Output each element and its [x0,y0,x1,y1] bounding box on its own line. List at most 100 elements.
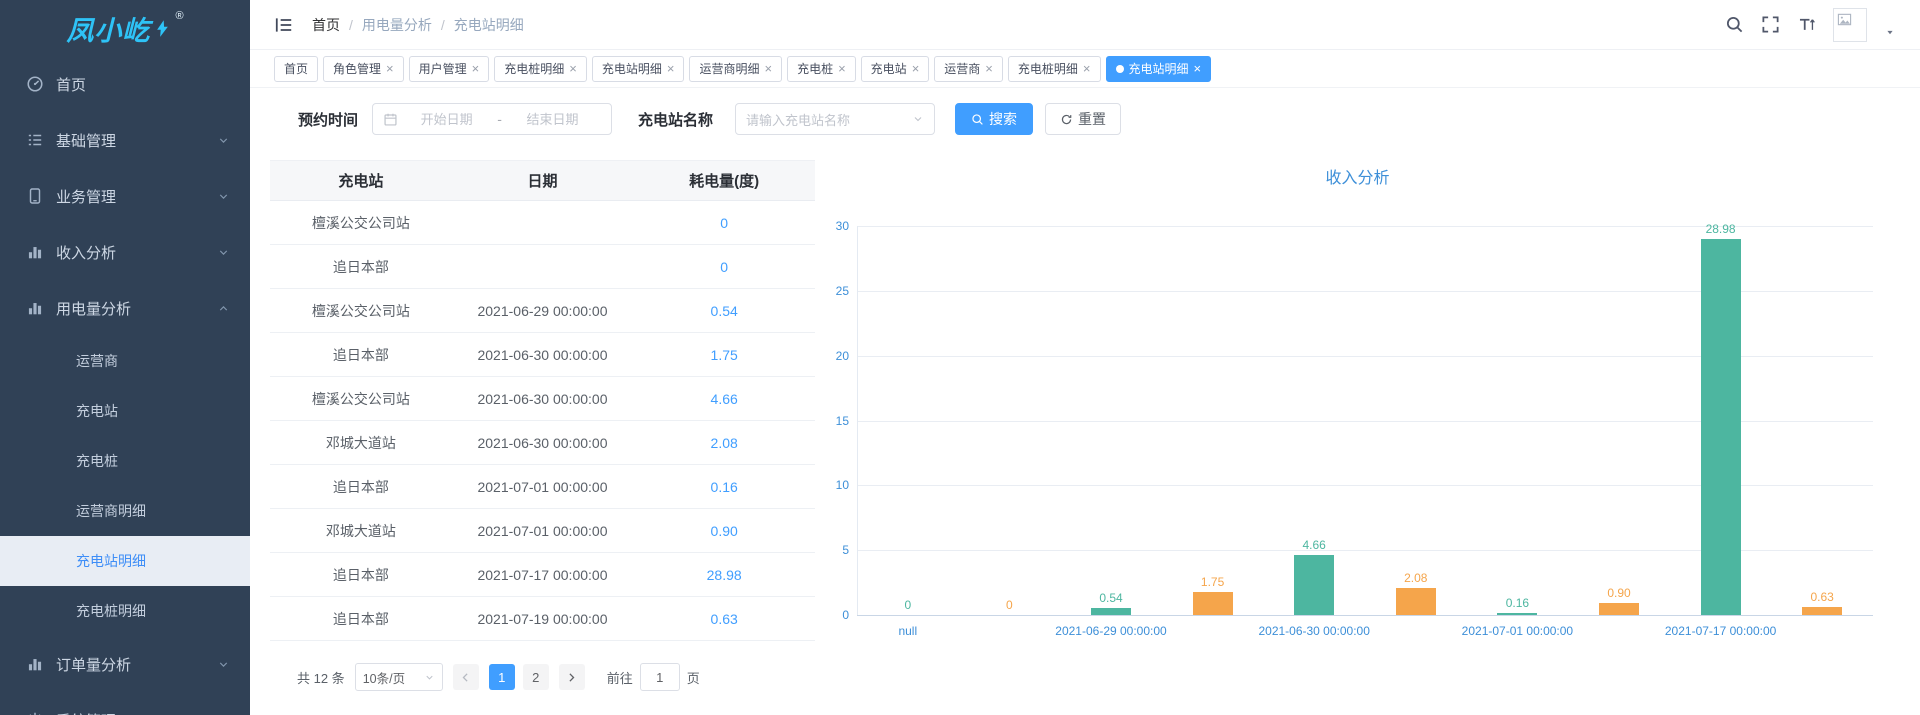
sidebar-item-5[interactable]: 订单量分析 [0,636,250,692]
tab-bar: 首页角色管理×用户管理×充电桩明细×充电站明细×运营商明细×充电桩×充电站×运营… [250,50,1920,88]
cell-value: 2.08 [633,421,815,465]
bar-value-label: 0 [979,597,1039,613]
chevron-up-icon [217,302,230,315]
tab-close-icon[interactable]: × [912,62,920,75]
tab-0[interactable]: 首页 [274,56,318,82]
sidebar-collapse-icon[interactable] [274,15,294,35]
breadcrumb-item: 用电量分析 [362,15,432,35]
sidebar-item-3[interactable]: 收入分析 [0,224,250,280]
tab-8[interactable]: 运营商× [934,56,1003,82]
tab-4[interactable]: 充电站明细× [592,56,685,82]
bar-value-label: 2.08 [1386,570,1446,586]
table-header-cell: 充电站 [270,161,452,201]
station-select[interactable]: 请输入充电站名称 [735,103,935,135]
y-axis-label: 15 [836,413,849,429]
tab-3[interactable]: 充电桩明细× [494,56,587,82]
goto-label: 前往 [607,668,633,687]
tab-close-icon[interactable]: × [1194,62,1202,75]
tab-2[interactable]: 用户管理× [409,56,490,82]
chart-bar[interactable] [1294,555,1334,615]
breadcrumb-item[interactable]: 首页 [312,15,340,35]
tab-label: 充电桩 [797,60,833,77]
chart-icon [26,655,44,673]
sidebar-item-label: 收入分析 [56,242,217,263]
chart-icon [26,243,44,261]
reset-button[interactable]: 重置 [1045,103,1121,135]
search-button[interactable]: 搜索 [955,103,1033,135]
cell-station: 邓城大道站 [270,421,452,465]
chart-bar[interactable] [1396,588,1436,615]
search-button-label: 搜索 [989,109,1017,129]
cell-date: 2021-07-01 00:00:00 [452,465,634,509]
chevron-down-icon [217,246,230,259]
y-axis-label: 0 [842,607,849,623]
user-avatar[interactable] [1833,8,1867,42]
tab-6[interactable]: 充电桩 × [787,56,856,82]
tab-9[interactable]: 充电桩明细× [1008,56,1101,82]
table-row: 追日本部0 [270,245,815,289]
bar-value-label: 4.66 [1284,537,1344,553]
chart-bar[interactable] [1497,613,1537,615]
tab-5[interactable]: 运营商明细× [689,56,782,82]
tab-10[interactable]: 充电站明细 × [1106,56,1212,82]
tab-close-icon[interactable]: × [386,62,394,75]
sidebar-menu: 首页基础管理业务管理收入分析用电量分析运营商充电站充电桩运营商明细充电站明细充电… [0,56,250,715]
table-row: 邓城大道站2021-06-30 00:00:002.08 [270,421,815,465]
fullscreen-icon[interactable] [1761,15,1780,34]
date-start-input[interactable] [398,112,495,127]
sidebar-subitem-5[interactable]: 充电桩明细 [0,586,250,636]
tab-label: 充电站明细 [1129,60,1189,77]
chevron-down-icon [912,113,924,125]
sidebar-subitem-0[interactable]: 运营商 [0,336,250,386]
cell-date: 2021-06-29 00:00:00 [452,289,634,333]
cell-station: 追日本部 [270,553,452,597]
chevron-down-icon [217,190,230,203]
tab-close-icon[interactable]: × [667,62,675,75]
tab-close-icon[interactable]: × [838,62,846,75]
tab-close-icon[interactable]: × [764,62,772,75]
sidebar-subitem-3[interactable]: 运营商明细 [0,486,250,536]
chart-icon [26,299,44,317]
tab-1[interactable]: 角色管理× [323,56,404,82]
cell-date: 2021-07-01 00:00:00 [452,509,634,553]
page-button-2[interactable]: 2 [523,664,549,690]
date-end-input[interactable] [504,112,601,127]
sidebar-item-label: 首页 [56,74,230,95]
search-icon [971,113,984,126]
sidebar-subitem-1[interactable]: 充电站 [0,386,250,436]
tab-7[interactable]: 充电站 × [861,56,930,82]
prev-page-button[interactable] [453,664,479,690]
chart-bar[interactable] [1193,592,1233,615]
sidebar-item-4[interactable]: 用电量分析 [0,280,250,336]
date-range-picker[interactable]: - [372,103,612,135]
data-table: 充电站日期耗电量(度) 檀溪公交公司站0追日本部0檀溪公交公司站2021-06-… [270,160,815,641]
tab-label: 充电站 [871,60,907,77]
chart-bar[interactable] [1091,608,1131,615]
logo-text: 凤小屹 [66,9,150,48]
sidebar-item-1[interactable]: 基础管理 [0,112,250,168]
sidebar-item-6[interactable]: 系统管理 [0,692,250,715]
chart-bar[interactable] [1701,239,1741,615]
sidebar-subitem-2[interactable]: 充电桩 [0,436,250,486]
tab-close-icon[interactable]: × [1083,62,1091,75]
search-icon[interactable] [1725,15,1744,34]
sidebar-subitem-4[interactable]: 充电站明细 [0,536,250,586]
sidebar-subitem-label: 充电站 [76,401,118,421]
chart-bar[interactable] [1599,603,1639,615]
font-size-icon[interactable] [1797,15,1816,34]
page-size-select[interactable]: 10条/页 [355,663,443,691]
main-area: 首页/用电量分析/充电站明细 首页角色管理×用户管理×充电桩明细×充电站明细×运… [250,0,1920,715]
next-page-button[interactable] [559,664,585,690]
x-axis-label: 2021-06-30 00:00:00 [1234,623,1394,639]
tab-close-icon[interactable]: × [569,62,577,75]
caret-down-icon[interactable] [1884,26,1896,38]
tab-close-icon[interactable]: × [985,62,993,75]
tab-close-icon[interactable]: × [472,62,480,75]
table-row: 檀溪公交公司站2021-06-29 00:00:000.54 [270,289,815,333]
goto-page-input[interactable] [640,663,680,691]
sidebar-item-0[interactable]: 首页 [0,56,250,112]
sidebar-item-2[interactable]: 业务管理 [0,168,250,224]
gear-icon [26,711,44,715]
chart-bar[interactable] [1802,607,1842,615]
page-button-1[interactable]: 1 [489,664,515,690]
